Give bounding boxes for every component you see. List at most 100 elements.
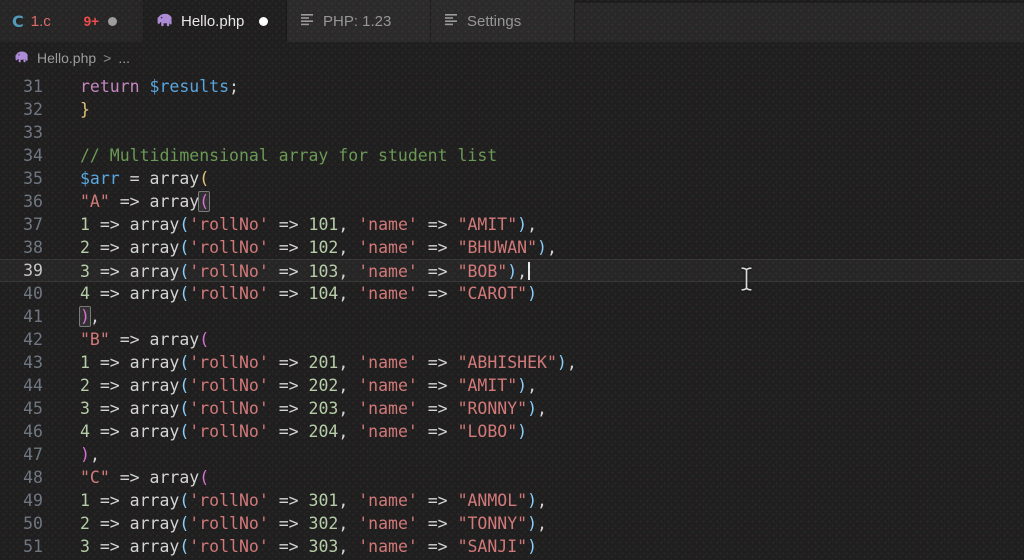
code-token: , bbox=[338, 353, 358, 372]
code-token: , bbox=[338, 238, 358, 257]
code-text[interactable]: ), bbox=[43, 305, 100, 328]
code-token: ) bbox=[80, 307, 90, 326]
code-line[interactable]: 404 => array('rollNo' => 104, 'name' => … bbox=[0, 282, 1024, 305]
code-text[interactable]: return $results; bbox=[43, 75, 239, 98]
code-token: 3 bbox=[80, 399, 90, 418]
code-line[interactable]: 464 => array('rollNo' => 204, 'name' => … bbox=[0, 420, 1024, 443]
code-line[interactable]: 502 => array('rollNo' => 302, 'name' => … bbox=[0, 512, 1024, 535]
line-number: 34 bbox=[0, 144, 43, 167]
code-token: ( bbox=[179, 376, 189, 395]
code-token: 202 bbox=[309, 376, 339, 395]
code-text[interactable]: 4 => array('rollNo' => 104, 'name' => "C… bbox=[43, 282, 537, 305]
code-text[interactable]: "B" => array( bbox=[43, 328, 209, 351]
breadcrumb-file[interactable]: Hello.php bbox=[37, 50, 96, 66]
code-line[interactable]: 491 => array('rollNo' => 301, 'name' => … bbox=[0, 489, 1024, 512]
code-line[interactable]: 513 => array('rollNo' => 303, 'name' => … bbox=[0, 535, 1024, 558]
code-text[interactable]: 1 => array('rollNo' => 101, 'name' => "A… bbox=[43, 213, 537, 236]
code-line[interactable]: 41), bbox=[0, 305, 1024, 328]
code-line[interactable]: 32} bbox=[0, 98, 1024, 121]
code-token: // Multidimensional array for student li… bbox=[80, 146, 497, 165]
code-line[interactable]: 42"B" => array( bbox=[0, 328, 1024, 351]
code-token: => bbox=[269, 376, 309, 395]
code-line[interactable]: 453 => array('rollNo' => 203, 'name' => … bbox=[0, 397, 1024, 420]
code-text[interactable] bbox=[43, 121, 80, 144]
code-token: , bbox=[527, 376, 537, 395]
breadcrumb-symbol-more[interactable]: ... bbox=[118, 50, 130, 66]
code-token: ( bbox=[179, 491, 189, 510]
code-text[interactable]: 2 => array('rollNo' => 202, 'name' => "A… bbox=[43, 374, 537, 397]
code-line[interactable]: 36"A" => array( bbox=[0, 190, 1024, 213]
code-token: => bbox=[269, 238, 309, 257]
code-line[interactable]: 442 => array('rollNo' => 202, 'name' => … bbox=[0, 374, 1024, 397]
code-line[interactable]: 371 => array('rollNo' => 101, 'name' => … bbox=[0, 213, 1024, 236]
code-text[interactable]: $arr = array( bbox=[43, 167, 209, 190]
code-text[interactable]: 1 => array('rollNo' => 201, 'name' => "A… bbox=[43, 351, 577, 374]
code-token: => array bbox=[90, 284, 179, 303]
code-line[interactable]: 34 // Multidimensional array for student … bbox=[0, 144, 1024, 167]
code-text[interactable]: "A" => array( bbox=[43, 190, 209, 213]
code-token: ( bbox=[179, 284, 189, 303]
code-token: , bbox=[338, 422, 358, 441]
code-token: 3 bbox=[80, 537, 90, 556]
code-token: "A" bbox=[80, 192, 110, 211]
code-token: , bbox=[567, 353, 577, 372]
code-token: ( bbox=[179, 399, 189, 418]
code-token: , bbox=[90, 445, 100, 464]
tab-1c[interactable]: C 1.c 9+ bbox=[0, 0, 144, 42]
tab-label: PHP: 1.23 bbox=[323, 13, 391, 30]
code-text[interactable]: } bbox=[43, 98, 90, 121]
code-token: ( bbox=[179, 238, 189, 257]
dirty-indicator[interactable] bbox=[259, 17, 268, 26]
code-token: 'rollNo' bbox=[189, 238, 268, 257]
code-text[interactable]: 3 => array('rollNo' => 203, 'name' => "R… bbox=[43, 397, 547, 420]
code-token: 103 bbox=[309, 262, 339, 281]
mouse-cursor-ibeam bbox=[740, 266, 753, 297]
code-token: "BOB" bbox=[458, 262, 508, 281]
code-line[interactable]: 382 => array('rollNo' => 102, 'name' => … bbox=[0, 236, 1024, 259]
code-token: => array bbox=[90, 215, 179, 234]
code-line[interactable]: 33 bbox=[0, 121, 1024, 144]
line-number: 51 bbox=[0, 535, 43, 558]
code-token: => bbox=[418, 284, 458, 303]
code-text[interactable]: // Multidimensional array for student li… bbox=[43, 144, 497, 167]
code-token: ) bbox=[527, 537, 537, 556]
code-text[interactable]: 2 => array('rollNo' => 102, 'name' => "B… bbox=[43, 236, 557, 259]
code-token: => array bbox=[110, 468, 199, 487]
code-text[interactable]: "C" => array( bbox=[43, 466, 209, 489]
code-token: , bbox=[338, 376, 358, 395]
code-line[interactable]: 31return $results; bbox=[0, 75, 1024, 98]
code-line[interactable]: 431 => array('rollNo' => 201, 'name' => … bbox=[0, 351, 1024, 374]
code-line[interactable]: 35$arr = array( bbox=[0, 167, 1024, 190]
code-token: => bbox=[269, 491, 309, 510]
code-token: 'name' bbox=[358, 537, 418, 556]
code-text[interactable]: 2 => array('rollNo' => 302, 'name' => "T… bbox=[43, 512, 547, 535]
code-line[interactable]: 48"C" => array( bbox=[0, 466, 1024, 489]
code-token: => array bbox=[90, 376, 179, 395]
code-editor[interactable]: 31return $results;32}3334// Multidimensi… bbox=[0, 73, 1024, 560]
code-text[interactable]: 3 => array('rollNo' => 303, 'name' => "S… bbox=[43, 535, 537, 558]
code-token: => bbox=[269, 399, 309, 418]
code-text[interactable]: ), bbox=[43, 443, 100, 466]
code-token: "AMIT" bbox=[458, 215, 518, 234]
code-line[interactable]: 393 => array('rollNo' => 103, 'name' => … bbox=[0, 259, 1024, 282]
code-token: ( bbox=[179, 353, 189, 372]
code-token: 'rollNo' bbox=[189, 422, 268, 441]
dirty-indicator[interactable] bbox=[108, 17, 117, 26]
tab-hello-php[interactable]: Hello.php bbox=[144, 0, 287, 42]
code-token: 'rollNo' bbox=[189, 514, 268, 533]
code-line[interactable]: 47), bbox=[0, 443, 1024, 466]
code-token: 1 bbox=[80, 353, 90, 372]
line-number: 40 bbox=[0, 282, 43, 305]
code-token: , bbox=[90, 307, 100, 326]
tab-php-version[interactable]: PHP: 1.23 bbox=[287, 0, 431, 42]
code-token: => bbox=[418, 514, 458, 533]
code-text[interactable]: 1 => array('rollNo' => 301, 'name' => "A… bbox=[43, 489, 547, 512]
line-number: 48 bbox=[0, 466, 43, 489]
code-token: 2 bbox=[80, 514, 90, 533]
tab-settings[interactable]: Settings bbox=[431, 0, 575, 42]
code-token: => array bbox=[90, 491, 179, 510]
code-token: ) bbox=[537, 238, 547, 257]
code-token: 1 bbox=[80, 215, 90, 234]
code-text[interactable]: 3 => array('rollNo' => 103, 'name' => "B… bbox=[43, 259, 530, 282]
code-text[interactable]: 4 => array('rollNo' => 204, 'name' => "L… bbox=[43, 420, 527, 443]
